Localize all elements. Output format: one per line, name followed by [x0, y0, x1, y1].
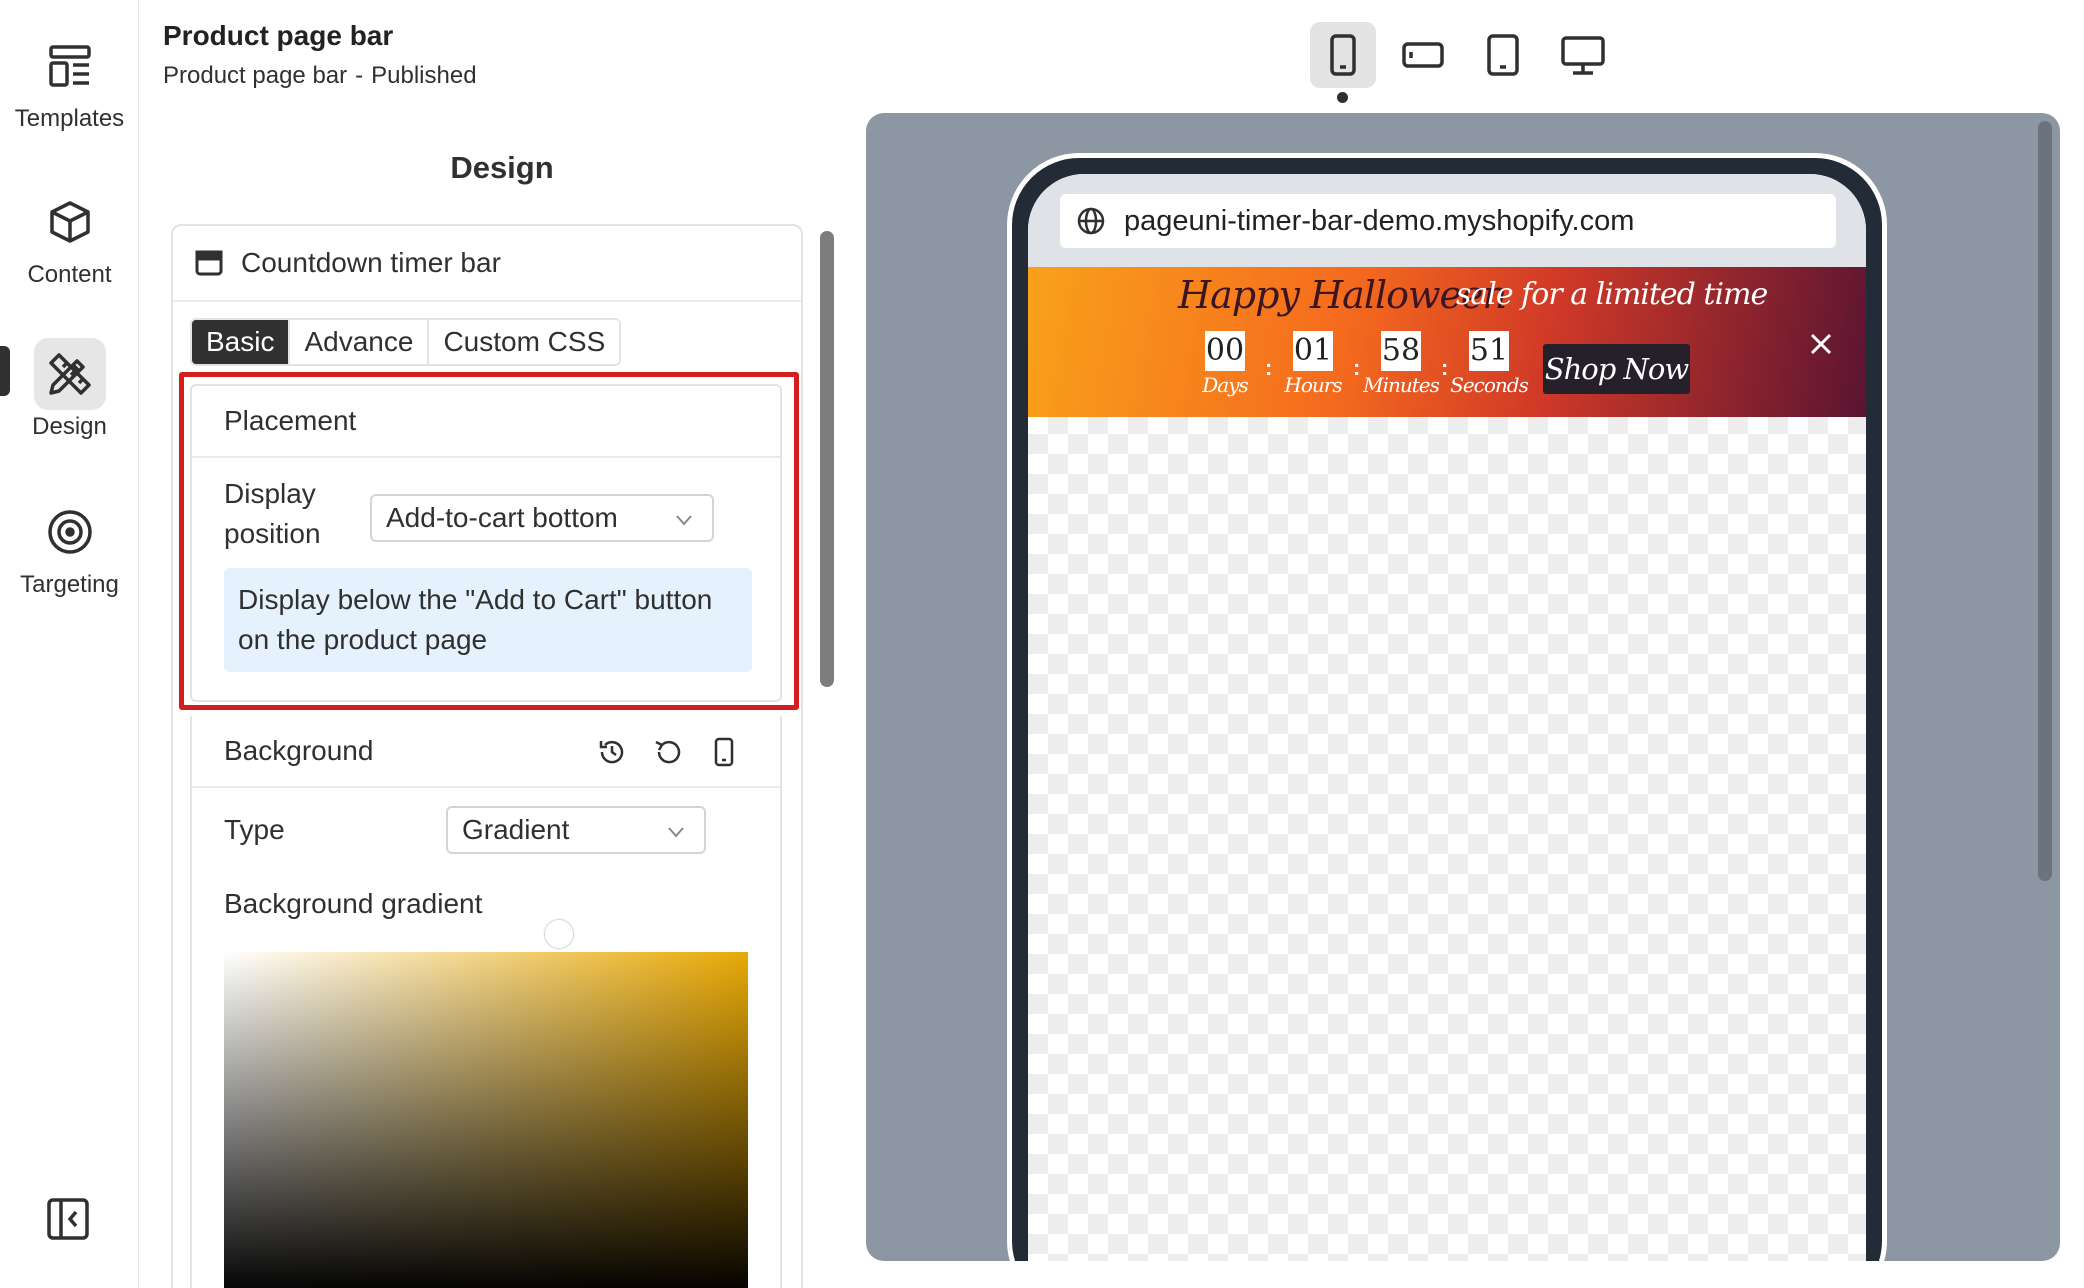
subtitle-separator: -	[355, 62, 364, 89]
rail-label: Design	[32, 413, 107, 440]
mobile-landscape-icon	[1402, 42, 1444, 68]
status-text: Published	[371, 62, 477, 89]
tab-custom-css[interactable]: Custom CSS	[429, 320, 620, 364]
background-title: Background	[224, 735, 374, 766]
rail-item-design[interactable]: Design	[0, 338, 139, 441]
device-mobile[interactable]	[1310, 22, 1376, 88]
rail-label: Content	[27, 261, 112, 288]
placement-title: Placement	[192, 386, 780, 458]
type-select[interactable]: Gradient	[446, 806, 706, 854]
bar-subheadline: sale for a limited time	[1456, 277, 1768, 312]
panel-scrollbar[interactable]	[820, 231, 834, 687]
desktop-icon	[1561, 36, 1605, 75]
background-section: Background Type Gradient Background grad…	[190, 716, 782, 1288]
type-value: Gradient	[462, 814, 570, 845]
card-header: Countdown timer bar	[173, 226, 801, 302]
design-heading: Design	[450, 150, 554, 185]
phone-frame: pageuni-timer-bar-demo.myshopify.com Hap…	[1007, 153, 1887, 1261]
window-icon	[195, 250, 223, 276]
countdown-separator: :	[1265, 355, 1273, 380]
placement-section: Placement Display position Add-to-cart b…	[190, 384, 782, 702]
left-rail: Templates Content Design Targeting	[0, 0, 139, 1288]
history-icon[interactable]	[596, 736, 628, 768]
panel-header: Product page bar Product page bar - Publis…	[163, 20, 477, 90]
display-position-select[interactable]: Add-to-cart bottom	[370, 494, 714, 542]
chevron-down-icon	[676, 515, 692, 526]
countdown-value: 58	[1381, 331, 1421, 371]
tablet-icon	[1487, 34, 1519, 76]
rail-label: Templates	[14, 105, 125, 132]
chevron-down-icon	[668, 827, 684, 838]
countdown-label: Days	[1202, 373, 1249, 397]
countdown-label: Hours	[1284, 373, 1342, 397]
url-text: pageuni-timer-bar-demo.myshopify.com	[1124, 204, 1635, 237]
placement-info: Display below the "Add to Cart" button o…	[224, 568, 752, 672]
card-title: Countdown timer bar	[241, 247, 501, 278]
type-label: Type	[224, 814, 285, 845]
device-desktop[interactable]	[1550, 22, 1616, 88]
subtitle-name: Product page bar	[163, 62, 348, 89]
device-mobile-landscape[interactable]	[1390, 22, 1456, 88]
tab-bar: Basic Advance Custom CSS	[190, 318, 622, 366]
mobile-icon[interactable]	[708, 736, 740, 768]
cube-icon	[34, 186, 106, 258]
close-icon[interactable]	[1806, 329, 1836, 359]
active-device-dot	[1337, 92, 1348, 103]
countdown-hours: 01 Hours	[1273, 331, 1353, 397]
target-icon	[34, 496, 106, 568]
rail-label: Targeting	[20, 571, 119, 598]
sidebar-collapse-icon[interactable]	[44, 1195, 92, 1243]
tab-advance[interactable]: Advance	[290, 320, 430, 364]
countdown-value: 00	[1205, 331, 1245, 371]
color-picker-area[interactable]	[224, 952, 748, 1288]
rail-item-content[interactable]: Content	[0, 186, 139, 289]
templates-icon	[34, 30, 106, 102]
shop-now-button[interactable]: Shop Now	[1543, 344, 1690, 394]
rail-item-templates[interactable]: Templates	[0, 30, 139, 133]
gradient-label: Background gradient	[224, 888, 483, 919]
countdown-separator: :	[1353, 355, 1361, 380]
preview-scrollbar[interactable]	[2038, 121, 2052, 881]
globe-icon	[1077, 207, 1105, 235]
countdown-value: 51	[1469, 331, 1509, 371]
countdown-label: Seconds	[1450, 373, 1529, 397]
url-bar[interactable]: pageuni-timer-bar-demo.myshopify.com	[1060, 194, 1836, 248]
display-position-value: Add-to-cart bottom	[386, 502, 618, 533]
countdown-label: Minutes	[1363, 373, 1440, 397]
device-selector	[1310, 22, 1630, 88]
phone-screen: pageuni-timer-bar-demo.myshopify.com Hap…	[1028, 174, 1866, 1261]
browser-bar: pageuni-timer-bar-demo.myshopify.com	[1028, 174, 1866, 267]
tab-basic[interactable]: Basic	[192, 320, 291, 364]
reset-icon[interactable]	[652, 736, 684, 768]
settings-card: Countdown timer bar Basic Advance Custom…	[171, 224, 803, 1288]
preview-area: pageuni-timer-bar-demo.myshopify.com Hap…	[866, 113, 2060, 1261]
countdown-value: 01	[1293, 331, 1333, 371]
design-tools-icon	[33, 338, 106, 410]
color-picker-handle[interactable]	[545, 920, 573, 948]
countdown-bar: Happy Halloween sale for a limited time …	[1028, 267, 1866, 417]
countdown-days: 00 Days	[1185, 331, 1265, 397]
display-position-label: Display position	[224, 478, 321, 549]
background-header: Background	[192, 716, 780, 788]
page-title: Product page bar	[163, 20, 394, 51]
device-tablet[interactable]	[1470, 22, 1536, 88]
page-subtitle: Product page bar - Published	[163, 62, 477, 90]
countdown-seconds: 51 Seconds	[1449, 331, 1529, 397]
mobile-icon	[1330, 34, 1356, 76]
countdown-minutes: 58 Minutes	[1361, 331, 1441, 397]
countdown-separator: :	[1441, 355, 1449, 380]
rail-item-targeting[interactable]: Targeting	[0, 496, 139, 599]
